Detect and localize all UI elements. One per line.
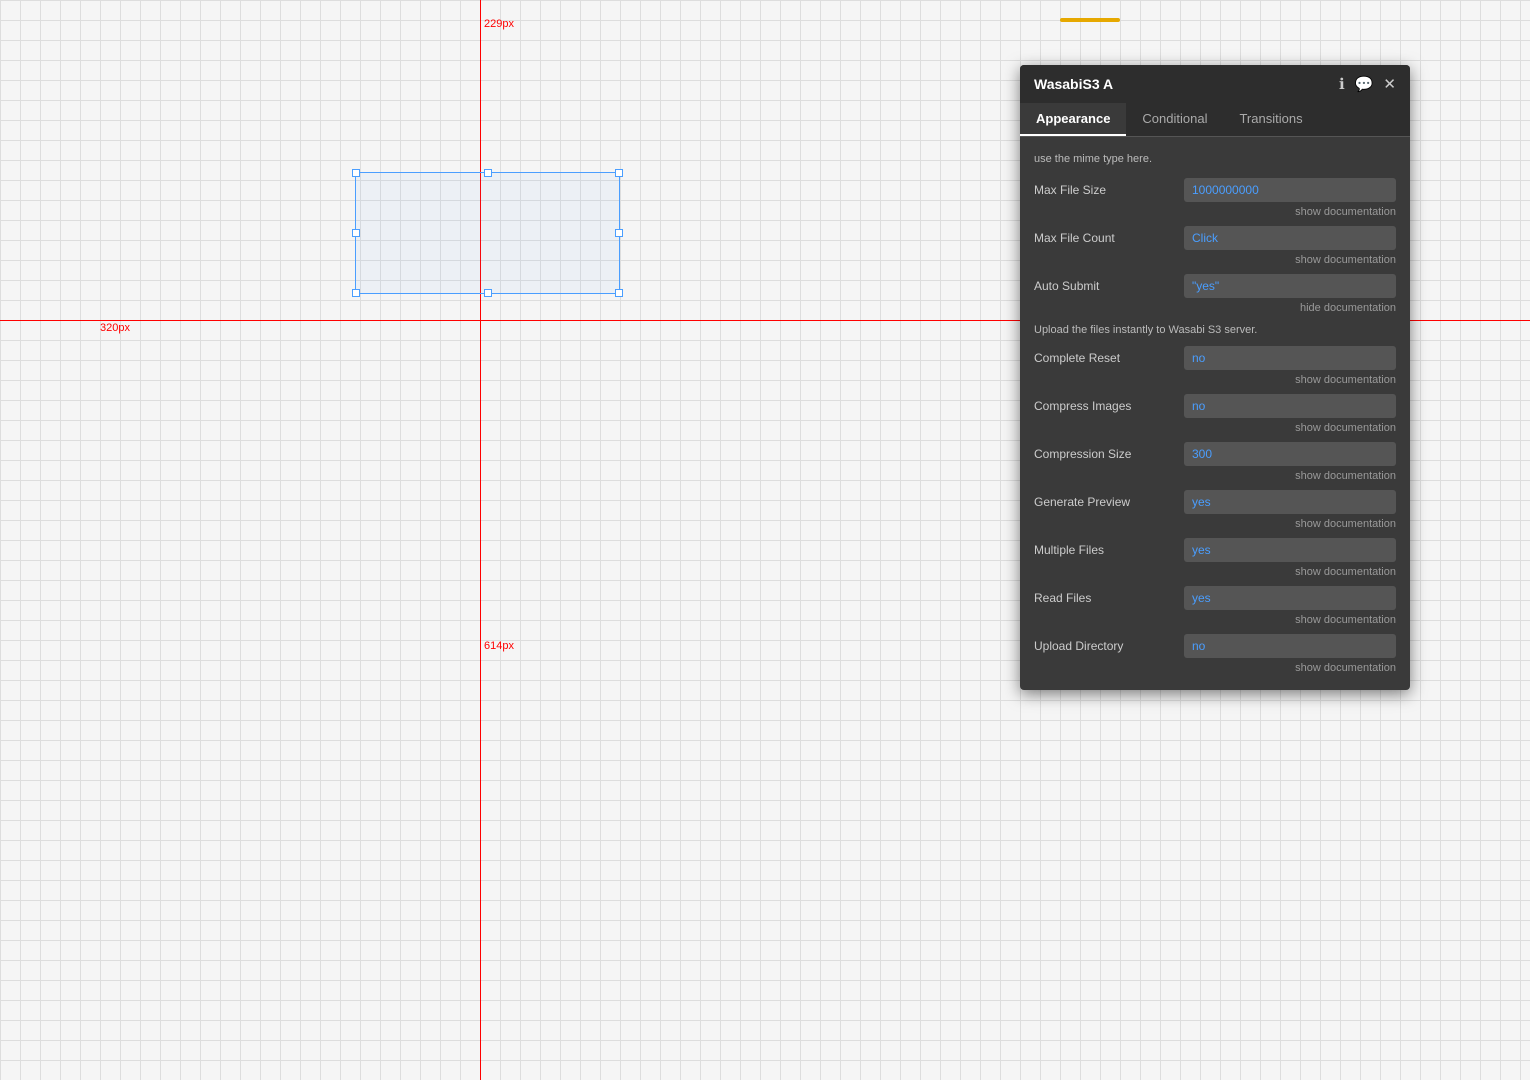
doc-max-file-count[interactable]: show documentation [1295,254,1396,266]
selection-box[interactable] [355,172,620,294]
guide-label-229: 229px [484,18,514,30]
handle-br[interactable] [615,289,623,297]
doc-compression-size[interactable]: show documentation [1295,470,1396,482]
input-compression-size[interactable] [1184,442,1396,466]
panel-header-icons: ℹ 💬 ✕ [1339,75,1396,93]
tab-conditional[interactable]: Conditional [1126,103,1223,136]
label-complete-reset: Complete Reset [1034,351,1184,365]
panel-body: use the mime type here. Max File Size sh… [1020,137,1410,690]
label-multiple-files: Multiple Files [1034,543,1184,557]
panel-header: WasabiS3 A ℹ 💬 ✕ [1020,65,1410,103]
doc-complete-reset[interactable]: show documentation [1295,374,1396,386]
field-max-file-size: Max File Size show documentation [1034,178,1396,218]
input-generate-preview[interactable] [1184,490,1396,514]
handle-tl[interactable] [352,169,360,177]
guide-label-320: 320px [100,322,130,334]
input-compress-images[interactable] [1184,394,1396,418]
doc-multiple-files[interactable]: show documentation [1295,566,1396,578]
input-auto-submit[interactable] [1184,274,1396,298]
field-max-file-count: Max File Count show documentation [1034,226,1396,266]
panel-intro-text: use the mime type here. [1034,145,1396,178]
doc-text-auto-submit: Upload the files instantly to Wasabi S3 … [1034,322,1396,339]
guide-vertical [480,0,481,1080]
handle-tr[interactable] [615,169,623,177]
doc-upload-directory[interactable]: show documentation [1295,662,1396,674]
handle-bc[interactable] [484,289,492,297]
tab-transitions[interactable]: Transitions [1223,103,1318,136]
guide-label-614: 614px [484,640,514,652]
input-multiple-files[interactable] [1184,538,1396,562]
panel-title: WasabiS3 A [1034,76,1113,92]
input-upload-directory[interactable] [1184,634,1396,658]
comment-icon[interactable]: 💬 [1355,75,1374,93]
handle-tc[interactable] [484,169,492,177]
field-complete-reset: Complete Reset show documentation [1034,346,1396,386]
label-max-file-count: Max File Count [1034,231,1184,245]
doc-max-file-size[interactable]: show documentation [1295,206,1396,218]
doc-read-files[interactable]: show documentation [1295,614,1396,626]
label-auto-submit: Auto Submit [1034,279,1184,293]
field-compress-images: Compress Images show documentation [1034,394,1396,434]
label-generate-preview: Generate Preview [1034,495,1184,509]
input-max-file-size[interactable] [1184,178,1396,202]
panel-tabs: Appearance Conditional Transitions [1020,103,1410,137]
label-max-file-size: Max File Size [1034,183,1184,197]
handle-ml[interactable] [352,229,360,237]
input-max-file-count[interactable] [1184,226,1396,250]
info-icon[interactable]: ℹ [1339,75,1345,93]
canvas: 229px 614px 320px WasabiS3 A ℹ 💬 ✕ Appea… [0,0,1530,1080]
field-generate-preview: Generate Preview show documentation [1034,490,1396,530]
doc-auto-submit[interactable]: hide documentation [1300,302,1396,314]
panel: WasabiS3 A ℹ 💬 ✕ Appearance Conditional … [1020,65,1410,690]
handle-mr[interactable] [615,229,623,237]
field-compression-size: Compression Size show documentation [1034,442,1396,482]
handle-bl[interactable] [352,289,360,297]
field-upload-directory: Upload Directory show documentation [1034,634,1396,674]
yellow-accent [1060,18,1120,22]
doc-generate-preview[interactable]: show documentation [1295,518,1396,530]
close-icon[interactable]: ✕ [1383,75,1396,93]
label-read-files: Read Files [1034,591,1184,605]
label-upload-directory: Upload Directory [1034,639,1184,653]
doc-compress-images[interactable]: show documentation [1295,422,1396,434]
input-complete-reset[interactable] [1184,346,1396,370]
field-auto-submit: Auto Submit hide documentation Upload th… [1034,274,1396,339]
field-multiple-files: Multiple Files show documentation [1034,538,1396,578]
label-compression-size: Compression Size [1034,447,1184,461]
input-read-files[interactable] [1184,586,1396,610]
field-read-files: Read Files show documentation [1034,586,1396,626]
tab-appearance[interactable]: Appearance [1020,103,1126,136]
label-compress-images: Compress Images [1034,399,1184,413]
